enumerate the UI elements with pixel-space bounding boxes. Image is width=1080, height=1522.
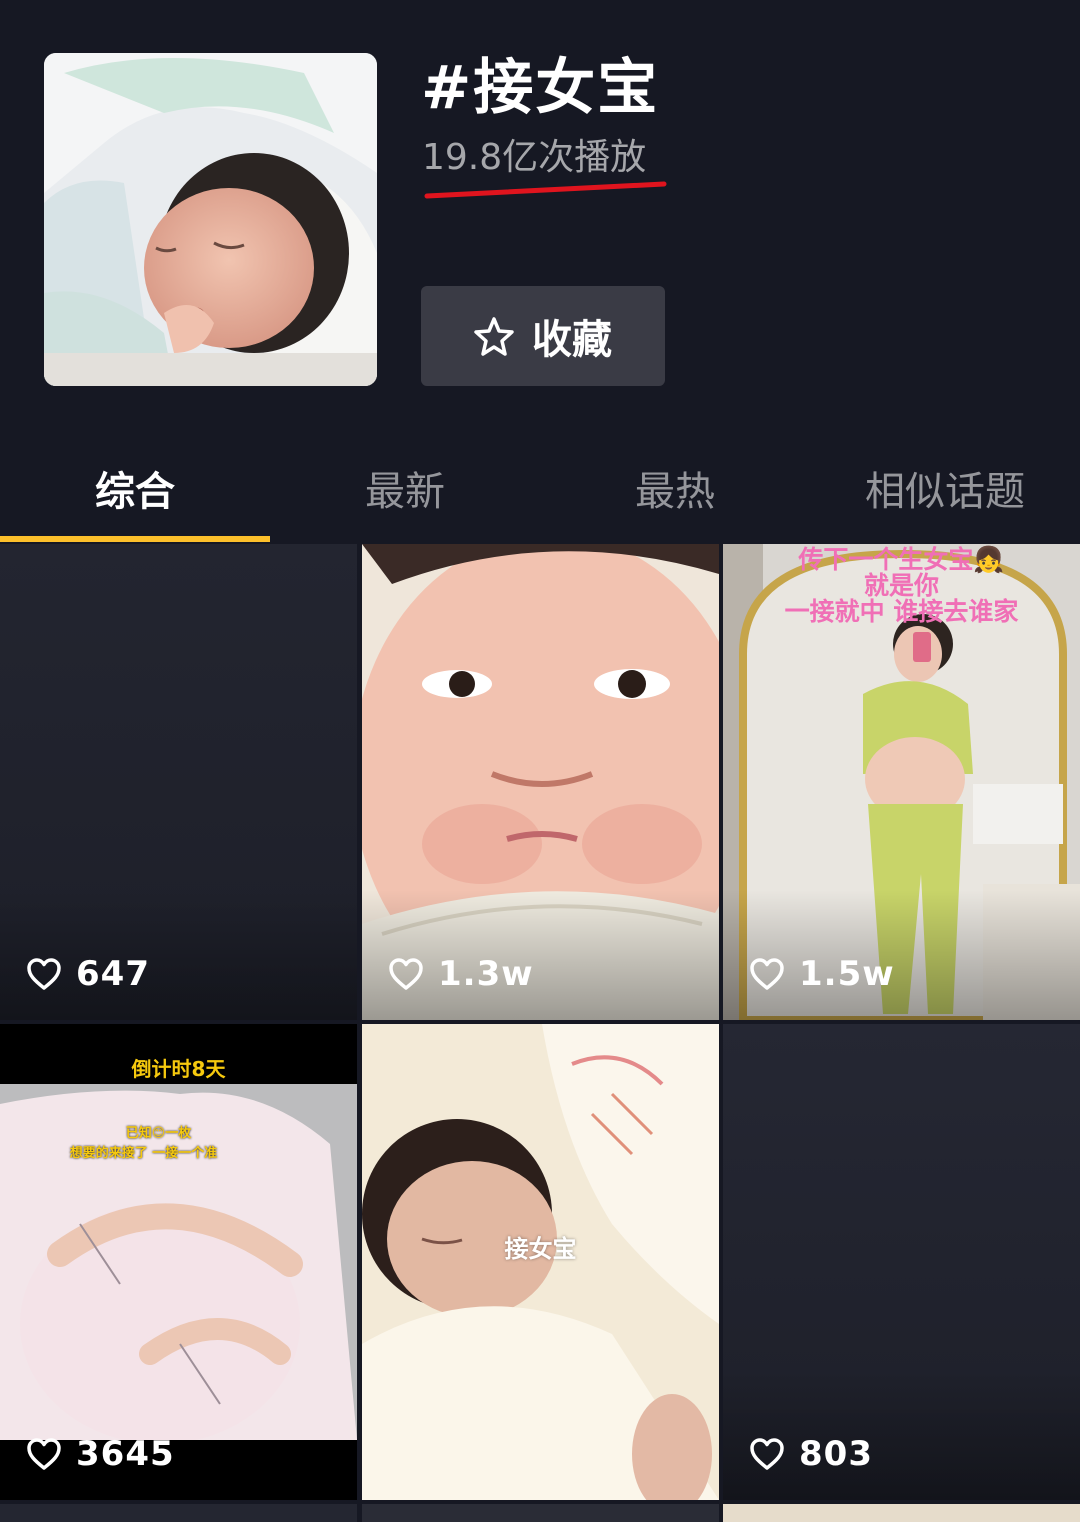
tab-latest[interactable]: 最新 [270,440,540,536]
active-tab-indicator [0,536,270,542]
like-count-value: 3645 [76,1434,175,1474]
like-count: 1.5w [749,954,895,994]
heart-outline-icon [389,958,423,990]
favorite-button[interactable]: 收藏 [421,286,665,386]
video-caption-line: 倒计时8天 [131,1057,226,1081]
video-card[interactable] [0,1504,357,1522]
video-card[interactable] [723,1504,1080,1522]
sleeping-baby-image [44,53,377,386]
like-count-value: 1.3w [438,954,534,994]
video-card[interactable]: 倒计时8天 已知😊一枚 想要的来接了 一接一个准 3645 [0,1024,357,1500]
favorite-label: 收藏 [532,317,612,363]
like-count: 1.3w [388,954,534,994]
video-card[interactable]: 647 [0,544,357,1020]
like-count: 803 [749,1434,873,1474]
video-card[interactable] [362,1504,719,1522]
video-caption-line: 接女宝 [504,1235,577,1263]
video-card[interactable]: 传下一个生女宝👧 就是你 一接就中 谁接去谁家 1.5w [723,544,1080,1020]
video-card[interactable]: 1.3w [362,544,719,1020]
star-outline-icon [474,317,514,356]
like-count-value: 1.5w [799,954,895,994]
red-underline-annotation [424,181,667,199]
heart-outline-icon [750,1438,784,1470]
video-caption-line: 想要的来接了 一接一个准 [69,1146,218,1161]
video-caption-line: 就是你 [863,571,939,600]
like-count-value: 803 [799,1434,873,1474]
play-count: 19.8亿次播放 [422,137,647,178]
tab-similar-topics[interactable]: 相似话题 [810,440,1080,536]
heart-outline-icon [750,958,784,990]
video-card[interactable]: 803 [723,1024,1080,1500]
video-caption-line: 传下一个生女宝👧 [798,545,1005,574]
like-count: 3645 [26,1434,175,1474]
heart-outline-icon [27,1438,61,1470]
topic-title: #接女宝 [421,53,660,123]
heart-outline-icon [27,958,61,990]
topic-page: #接女宝 19.8亿次播放 收藏 综合 最新 最热 相似话题 647 1.3w … [0,0,1080,1522]
topic-cover-image [44,53,377,386]
tab-hottest[interactable]: 最热 [540,440,810,536]
video-card[interactable]: 接女宝 [362,1024,719,1500]
video-caption-line: 已知😊一枚 [125,1126,192,1141]
tab-comprehensive[interactable]: 综合 [0,440,270,536]
like-count: 647 [26,954,150,994]
tab-bar: 综合 最新 最热 相似话题 [0,440,1080,544]
video-caption-line: 一接就中 谁接去谁家 [784,597,1019,626]
pregnant-belly-thumbnail [0,1024,357,1500]
like-count-value: 647 [76,954,150,994]
